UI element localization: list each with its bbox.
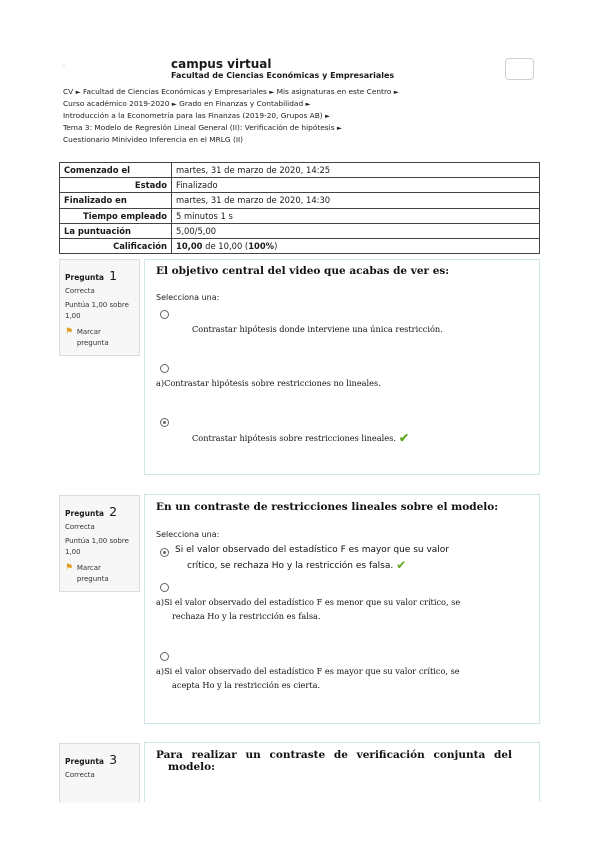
breadcrumb-item-cv[interactable]: CV — [63, 87, 73, 96]
flag-label: Marcar pregunta — [76, 564, 109, 583]
question-info-2: Pregunta 2 Correcta Puntúa 1,00 sobre 1,… — [59, 495, 140, 592]
summary-row: Estado Finalizado — [59, 177, 540, 194]
breadcrumb-item-course[interactable]: Introducción a la Econometría para las F… — [63, 111, 323, 120]
breadcrumb-separator-icon: ► — [393, 88, 399, 96]
breadcrumb-item-topic[interactable]: Tema 3: Modelo de Regresión Lineal Gener… — [63, 123, 335, 132]
question-info-3: Pregunta 3 Correcta — [59, 743, 140, 803]
site-subtitle: Facultad de Ciencias Económicas y Empres… — [171, 71, 395, 80]
summary-value: 5,00/5,00 — [171, 222, 540, 239]
breadcrumb-item-quiz[interactable]: Cuestionario Minivideo Inferencia en el … — [63, 135, 243, 144]
question-word: Pregunta — [65, 509, 104, 518]
flag-icon: ⚑ — [65, 327, 74, 337]
summary-row: Finalizado en martes, 31 de marzo de 202… — [59, 192, 540, 209]
summary-label: Estado — [59, 177, 172, 194]
answer-text[interactable]: Contrastar hipótesis donde interviene un… — [192, 324, 443, 335]
question-text-line: Para realizar un contraste de verificaci… — [156, 749, 512, 761]
menu-button[interactable] — [505, 58, 534, 80]
summary-value: Finalizado — [171, 177, 540, 194]
summary-label: Finalizado en — [59, 192, 172, 209]
question-number: 2 — [109, 504, 118, 519]
question-state: Correcta — [65, 523, 95, 531]
header-dot: . — [63, 61, 65, 68]
summary-value: martes, 31 de marzo de 2020, 14:25 — [171, 161, 540, 179]
attempt-summary-table: Comenzado el martes, 31 de marzo de 2020… — [59, 161, 540, 255]
grade-value: 10,00 — [176, 241, 203, 252]
flag-question-link[interactable]: ⚑ Marcar pregunta — [65, 563, 134, 585]
summary-row: Calificación 10,00 de 10,00 (100%) — [59, 237, 540, 255]
summary-row: Comenzado el martes, 31 de marzo de 2020… — [59, 161, 540, 179]
summary-value: 10,00 de 10,00 (100%) — [171, 237, 540, 255]
select-one-label: Selecciona una: — [156, 530, 220, 539]
flag-question-link[interactable]: ⚑ Marcar pregunta — [65, 327, 134, 349]
question-text: Para realizar un contraste de verificaci… — [156, 749, 512, 773]
answer-radio[interactable] — [160, 583, 169, 592]
question-state: Correcta — [65, 771, 95, 779]
summary-value: martes, 31 de marzo de 2020, 14:30 — [171, 192, 540, 209]
question-text: En un contraste de restricciones lineale… — [156, 501, 499, 513]
question-state: Correcta — [65, 287, 95, 295]
select-one-label: Selecciona una: — [156, 293, 220, 302]
summary-label: La puntuación — [59, 222, 172, 239]
answer-radio[interactable] — [160, 310, 169, 319]
breadcrumb-separator-icon: ► — [305, 100, 311, 108]
breadcrumb-separator-icon: ► — [75, 88, 81, 96]
breadcrumb-item-faculty[interactable]: Facultad de Ciencias Económicas y Empres… — [83, 87, 267, 96]
summary-label: Calificación — [59, 237, 172, 255]
answer-line: acepta Ho y la restricción es cierta. — [172, 680, 321, 690]
question-text: El objetivo central del video que acabas… — [156, 265, 450, 277]
answer-text[interactable]: a)Si el valor observado del estadístico … — [156, 597, 513, 622]
breadcrumb: CV ► Facultad de Ciencias Económicas y E… — [63, 86, 533, 146]
answer-radio[interactable] — [160, 652, 169, 661]
flag-label: Marcar pregunta — [76, 328, 109, 347]
answer-text-selected[interactable]: Si el valor observado del estadístico F … — [175, 543, 449, 574]
question-word: Pregunta — [65, 273, 104, 282]
summary-label: Tiempo empleado — [59, 207, 172, 224]
question-number: 3 — [109, 752, 118, 767]
breadcrumb-separator-icon: ► — [171, 100, 177, 108]
question-box-1: El objetivo central del video que acabas… — [144, 259, 540, 475]
breadcrumb-item-degree[interactable]: Grado en Finanzas y Contabilidad — [179, 99, 303, 108]
answer-text[interactable]: a)Contrastar hipótesis sobre restriccion… — [156, 378, 381, 389]
answer-line: a)Si el valor observado del estadístico … — [156, 666, 460, 676]
answer-text-selected[interactable]: Contrastar hipótesis sobre restricciones… — [192, 431, 409, 445]
answer-line-wrap: crítico, se rechaza Ho y la restricción … — [175, 558, 449, 574]
breadcrumb-separator-icon: ► — [269, 88, 275, 96]
question-box-3: Para realizar un contraste de verificaci… — [144, 742, 540, 802]
grade-close: ) — [274, 241, 278, 252]
question-info-1: Pregunta 1 Correcta Puntúa 1,00 sobre 1,… — [59, 259, 140, 356]
answer-line: Si el valor observado del estadístico F … — [175, 545, 449, 555]
breadcrumb-separator-icon: ► — [325, 112, 331, 120]
check-icon: ✔ — [398, 431, 409, 445]
answer-radio[interactable] — [160, 364, 169, 373]
summary-row: Tiempo empleado 5 minutos 1 s — [59, 207, 540, 224]
question-box-2: En un contraste de restricciones lineale… — [144, 494, 540, 724]
question-word: Pregunta — [65, 757, 104, 766]
question-mark: Puntúa 1,00 sobre 1,00 — [65, 301, 129, 320]
question-text-line: modelo: — [168, 761, 216, 773]
flag-icon: ⚑ — [65, 563, 74, 573]
summary-label: Comenzado el — [59, 161, 172, 179]
breadcrumb-item-my-courses[interactable]: Mis asignaturas en este Centro — [277, 87, 392, 96]
breadcrumb-separator-icon: ► — [336, 124, 342, 132]
check-icon: ✔ — [396, 558, 407, 572]
answer-text[interactable]: a)Si el valor observado del estadístico … — [156, 666, 513, 691]
answer-radio-selected[interactable] — [160, 548, 169, 557]
grade-percent: 100% — [248, 241, 275, 252]
answer-radio-selected[interactable] — [160, 418, 169, 427]
site-title[interactable]: campus virtual — [171, 57, 272, 71]
answer-line: crítico, se rechaza Ho y la restricción … — [187, 561, 394, 571]
summary-row: La puntuación 5,00/5,00 — [59, 222, 540, 239]
answer-line: rechaza Ho y la restricción es falsa. — [172, 611, 321, 621]
question-mark: Puntúa 1,00 sobre 1,00 — [65, 537, 129, 556]
summary-value: 5 minutos 1 s — [171, 207, 540, 224]
grade-total: de 10,00 ( — [202, 241, 249, 252]
answer-line: a)Si el valor observado del estadístico … — [156, 597, 461, 607]
question-number: 1 — [109, 268, 118, 283]
answer-text: Contrastar hipótesis sobre restricciones… — [192, 433, 396, 443]
breadcrumb-item-academic-year[interactable]: Curso académico 2019-2020 — [63, 99, 169, 108]
